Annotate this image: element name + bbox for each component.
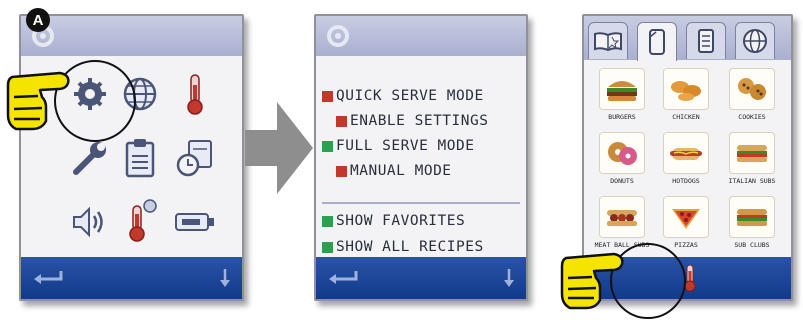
book-icon (594, 32, 622, 51)
top-bar (21, 16, 242, 56)
menu-item-label: ENABLE SETTINGS (350, 113, 489, 129)
recipe-meat-ball-subs[interactable]: MEAT BALL SUBS (592, 196, 652, 249)
menu-divider (322, 202, 520, 204)
recipe-chicken[interactable]: CHICKEN (656, 68, 716, 121)
globe-icon (743, 29, 767, 53)
cookies-image (729, 68, 775, 110)
menu-item-label: MANUAL MODE (350, 163, 452, 179)
step-badge-label: A (32, 11, 44, 29)
tab-phone[interactable] (637, 22, 677, 61)
menu-item-label: QUICK SERVE MODE (336, 88, 484, 104)
top-bar (316, 16, 526, 56)
bottom-bar (316, 257, 526, 299)
transition-arrow-icon (245, 102, 313, 194)
tab-bar (584, 16, 791, 61)
timer-calendar-icon[interactable] (171, 134, 219, 182)
tab-document[interactable] (686, 22, 726, 59)
status-square-icon (336, 165, 347, 177)
menu-item-show-all-recipes[interactable]: SHOW ALL RECIPES (322, 239, 484, 255)
document-icon (698, 29, 714, 53)
gear-icon (327, 25, 349, 47)
status-square-icon (322, 241, 333, 253)
recipe-label: ITALIAN SUBS (728, 177, 776, 185)
recipe-burgers[interactable]: BURGERS (592, 68, 652, 121)
screen-home-menu (19, 14, 244, 301)
recipe-donuts[interactable]: DONUTS (592, 132, 652, 185)
menu-item-manual-mode[interactable]: MANUAL MODE (336, 163, 452, 179)
menu-item-label: FULL SERVE MODE (336, 138, 475, 154)
back-arrow-icon[interactable] (326, 269, 360, 287)
italian-subs-image (729, 132, 775, 174)
status-square-icon (336, 115, 347, 127)
status-square-icon (322, 90, 333, 102)
pizzas-image (663, 196, 709, 238)
bottom-bar (21, 257, 242, 299)
step-badge: A (26, 8, 50, 32)
phone-icon (649, 29, 665, 55)
recipe-hotdogs[interactable]: HOTDOGS (656, 132, 716, 185)
usb-drive-icon[interactable] (171, 198, 219, 246)
screen-mode-menu: QUICK SERVE MODE ENABLE SETTINGS FULL SE… (314, 14, 528, 301)
pointing-hand-icon (6, 71, 70, 131)
recipe-label: SUB CLUBS (734, 241, 770, 249)
status-square-icon (322, 140, 333, 152)
scroll-down-icon[interactable] (218, 267, 232, 289)
recipe-sub-clubs[interactable]: SUB CLUBS (722, 196, 782, 249)
status-square-icon (322, 215, 333, 227)
menu-item-full-serve[interactable]: FULL SERVE MODE (322, 138, 474, 154)
thermometer-probe-icon[interactable] (118, 196, 166, 244)
tab-book[interactable] (588, 22, 628, 59)
speaker-icon[interactable] (66, 198, 114, 246)
scroll-down-icon[interactable] (502, 267, 516, 289)
menu-item-show-favorites[interactable]: SHOW FAVORITES (322, 213, 465, 229)
recipe-cookies[interactable]: COOKIES (722, 68, 782, 121)
recipe-label: HOTDOGS (672, 177, 700, 185)
recipe-label: BURGERS (608, 113, 636, 121)
menu-item-label: SHOW ALL RECIPES (336, 239, 484, 255)
recipe-label: COOKIES (738, 113, 766, 121)
recipe-pizzas[interactable]: PIZZAS (656, 196, 716, 249)
menu-item-quick-serve[interactable]: QUICK SERVE MODE (322, 88, 484, 104)
recipe-italian-subs[interactable]: ITALIAN SUBS (722, 132, 782, 185)
sub-clubs-image (729, 196, 775, 238)
menu-item-enable-settings[interactable]: ENABLE SETTINGS (336, 113, 488, 129)
thermometer-icon[interactable] (171, 70, 219, 118)
recipe-label: CHICKEN (672, 113, 700, 121)
burger-image (599, 68, 645, 110)
clipboard-icon[interactable] (116, 134, 164, 182)
menu-item-label: SHOW FAVORITES (336, 213, 466, 229)
chicken-image (663, 68, 709, 110)
donuts-image (599, 132, 645, 174)
tab-globe[interactable] (735, 22, 775, 59)
back-arrow-icon[interactable] (31, 269, 65, 287)
recipe-label: DONUTS (610, 177, 634, 185)
meat-ball-subs-image (599, 196, 645, 238)
pointing-hand-icon (560, 252, 624, 310)
hotdogs-image (663, 132, 709, 174)
